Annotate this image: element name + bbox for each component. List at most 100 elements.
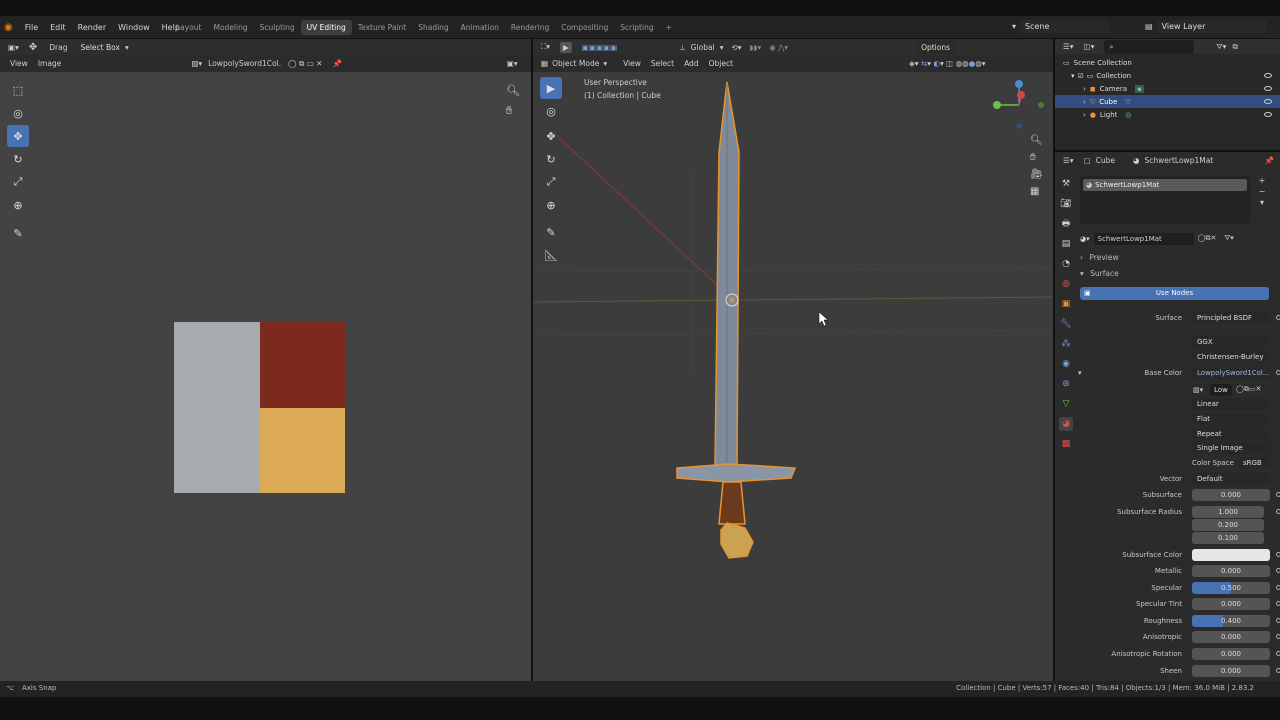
vector-dropdown[interactable]: Default <box>1192 473 1270 485</box>
scene-name[interactable]: Scene <box>1020 20 1111 33</box>
socket-icon[interactable] <box>1276 601 1280 606</box>
socket-icon[interactable] <box>1276 370 1280 375</box>
metallic-field[interactable]: 0.000 <box>1192 565 1270 577</box>
specular-tint-field[interactable]: 0.000 <box>1192 598 1270 610</box>
scale-tool-icon[interactable]: ⤢ <box>540 171 562 193</box>
rotate-tool-icon[interactable]: ↻ <box>7 148 29 170</box>
view-icon[interactable]: ▣▾ <box>507 59 518 68</box>
proportional-icon[interactable]: ◉ ⋀▾ <box>769 43 788 52</box>
interpolation-dropdown[interactable]: Linear <box>1192 398 1270 410</box>
extension-dropdown[interactable]: Repeat <box>1192 428 1270 440</box>
checkbox-icon[interactable]: ☑ <box>1078 72 1084 80</box>
editor-type-icon[interactable]: ▣▾ <box>8 43 19 52</box>
subsurface-radius-x-field[interactable]: 1.000 <box>1192 506 1264 518</box>
gizmo-z-icon[interactable] <box>1015 80 1023 88</box>
subsurface-color-swatch[interactable] <box>1192 549 1270 561</box>
expand-arrow-icon[interactable]: › <box>1083 111 1086 119</box>
eye-icon[interactable] <box>1264 73 1272 78</box>
distribution-dropdown[interactable]: GGX <box>1192 336 1270 348</box>
image-browse-icon[interactable]: ▨▾ <box>1193 386 1203 394</box>
pan-hand-icon[interactable]: ✋︎ <box>1030 152 1043 163</box>
menu-view[interactable]: View <box>623 59 641 68</box>
annotate-tool-icon[interactable]: ✎ <box>540 221 562 243</box>
new-collection-icon[interactable]: ⧉ <box>1232 42 1237 52</box>
gizmo-neg-y-icon[interactable] <box>1038 102 1044 108</box>
scene-selector[interactable]: ▾ Scene <box>1012 20 1111 33</box>
tab-modeling[interactable]: Modeling <box>208 20 254 35</box>
image-name-field[interactable]: LowpolySword1Col... <box>208 59 282 68</box>
eye-icon[interactable] <box>1264 112 1272 117</box>
socket-icon[interactable] <box>1276 568 1280 573</box>
outliner-item-light[interactable]: › ● Light ◎ <box>1055 108 1280 121</box>
subsurface-method-dropdown[interactable]: Christensen-Burley <box>1192 351 1270 363</box>
specular-slider[interactable]: 0.500 <box>1192 582 1270 594</box>
mode-icon[interactable]: ▦ <box>541 59 548 68</box>
ortho-grid-icon[interactable]: ▦ <box>1030 186 1043 197</box>
cursor-tool-icon[interactable]: ◎ <box>540 100 562 122</box>
socket-icon[interactable] <box>1276 585 1280 590</box>
gizmo-x-icon[interactable] <box>1017 91 1025 99</box>
transform-tool-icon[interactable]: ⊕ <box>540 194 562 216</box>
socket-icon[interactable] <box>1276 618 1280 623</box>
tab-layout[interactable]: Layout <box>170 20 208 35</box>
move-tool-icon[interactable]: ✥ <box>7 125 29 147</box>
outliner-item-scene-collection[interactable]: ▭ Scene Collection <box>1055 56 1280 69</box>
menu-add[interactable]: Add <box>684 59 699 68</box>
tab-uv-editing[interactable]: UV Editing <box>300 19 352 35</box>
expand-arrow-icon[interactable]: › <box>1083 98 1086 106</box>
pivot-icon[interactable]: ⟲▾ <box>731 43 741 52</box>
roughness-slider[interactable]: 0.400 <box>1192 615 1270 627</box>
view-layer-selector[interactable]: ▤ View Layer <box>1145 20 1267 33</box>
menu-file[interactable]: File <box>25 23 38 32</box>
select-box-tool-icon[interactable]: ▶ <box>540 77 562 99</box>
move-tool-icon[interactable]: ✥ <box>29 42 37 53</box>
tab-scripting[interactable]: Scripting <box>614 20 659 35</box>
move-tool-icon[interactable]: ✥ <box>540 125 562 147</box>
orientation-dropdown[interactable]: Global <box>691 43 715 52</box>
select-box-tool-icon[interactable]: ⬚ <box>7 79 29 101</box>
zoom-icon[interactable]: 🔍︎ <box>1030 135 1043 146</box>
rotate-tool-icon[interactable]: ↻ <box>540 148 562 170</box>
socket-icon[interactable] <box>1276 509 1280 514</box>
editor-type-icon[interactable]: ☰▾ <box>1063 42 1074 51</box>
socket-icon[interactable] <box>1276 492 1280 497</box>
eye-icon[interactable] <box>1264 99 1272 104</box>
menu-select[interactable]: Select <box>651 59 674 68</box>
expand-arrow-icon[interactable]: ▾ <box>1078 369 1082 377</box>
properties-editor[interactable]: ☰▾ ▢ Cube ◕ SchwertLowp1Mat 📌 ⚒ 📷︎ 🖶︎ ▤ … <box>1055 152 1280 681</box>
outliner[interactable]: ☰▾ ◫▾ ⌕ ⛛▾ ⧉ ▭ Scene Collection ▾ ☑ ▭ Co… <box>1055 39 1280 150</box>
navigation-gizmo[interactable] <box>988 75 1048 135</box>
menu-image[interactable]: Image <box>38 59 62 68</box>
tab-animation[interactable]: Animation <box>455 20 505 35</box>
menu-view[interactable]: View <box>10 59 28 68</box>
transform-tool-icon[interactable]: ⊕ <box>7 194 29 216</box>
add-workspace-icon[interactable]: + <box>660 20 678 35</box>
outliner-item-cube[interactable]: › ▽ Cube ▽ <box>1055 95 1280 108</box>
socket-icon[interactable] <box>1276 668 1280 673</box>
object-mode-dropdown[interactable]: Object Mode <box>552 59 599 68</box>
socket-icon[interactable] <box>1276 634 1280 639</box>
scale-tool-icon[interactable]: ⤢ <box>7 171 29 193</box>
base-color-link-field[interactable]: LowpolySword1Col... <box>1192 367 1270 379</box>
socket-icon[interactable] <box>1276 315 1280 320</box>
uv-editor[interactable]: ▣▾ ✥ Drag Select Box ▾ View Image ▨▾ Low… <box>0 39 531 681</box>
outliner-search-input[interactable]: ⌕ <box>1104 39 1195 54</box>
image-actions-icon[interactable]: ◯⧉▭✕ <box>1236 385 1261 394</box>
anisotropic-rotation-field[interactable]: 0.000 <box>1192 648 1270 660</box>
filter-icon[interactable]: ⛛▾ <box>1216 42 1226 52</box>
menu-window[interactable]: Window <box>118 23 150 32</box>
menu-object[interactable]: Object <box>709 59 733 68</box>
3d-viewport[interactable]: ⛶▾ ▶ ▣▣▣▣▣ ⊥ Global ▾ ⟲▾ ◗◗▾ ◉ ⋀▾ Option… <box>533 39 1053 681</box>
camera-view-icon[interactable]: 🎥︎ <box>1030 169 1043 180</box>
visibility-icons[interactable]: ◈▾ ⇆▾ ◐▾ ◫ ◍◍●◍▾ <box>909 59 986 68</box>
menu-edit[interactable]: Edit <box>50 23 66 32</box>
options-dropdown[interactable]: Options <box>916 40 956 54</box>
snap-icon[interactable]: ◗◗▾ <box>750 43 762 52</box>
socket-icon[interactable] <box>1276 651 1280 656</box>
eye-icon[interactable] <box>1264 86 1272 91</box>
zoom-icon[interactable]: 🔍︎ <box>506 81 520 101</box>
blender-logo-icon[interactable]: ◉ <box>4 22 13 33</box>
color-space-dropdown[interactable]: sRGB <box>1238 457 1270 469</box>
subsurface-radius-y-field[interactable]: 0.200 <box>1192 519 1264 531</box>
measure-tool-icon[interactable]: 📐︎ <box>540 244 562 266</box>
